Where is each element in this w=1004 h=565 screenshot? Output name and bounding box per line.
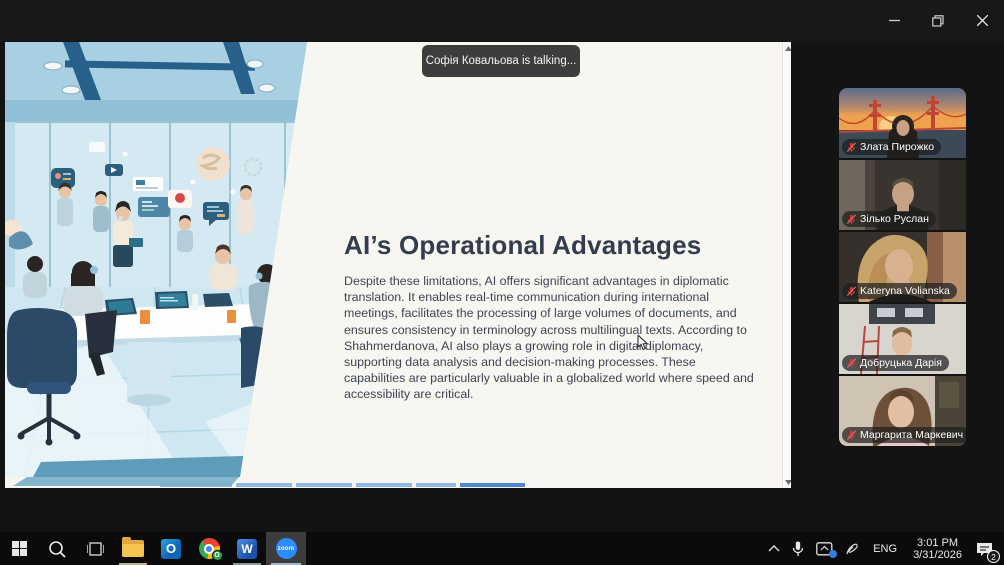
word-button[interactable]: W [228,532,266,565]
muted-mic-icon [846,213,857,224]
outlook-button[interactable]: O [152,532,190,565]
participant-tile[interactable]: Маргарита Маркевич [839,376,966,446]
start-button[interactable] [0,532,38,565]
participant-name-pill: Зілько Руслан [842,211,936,227]
microphone-icon [793,541,804,556]
restore-button[interactable] [916,0,960,41]
outlook-icon: O [161,538,181,559]
participant-name: Зілько Руслан [860,213,929,225]
pen-tray-button[interactable] [839,532,865,565]
bottom-bar-segment [460,483,525,487]
zoom-app-button[interactable]: zoom [266,532,306,565]
active-speaker-notification: Софія Ковальова is talking... [422,45,580,77]
participant-name: Kateryna Volianska [860,285,950,297]
mouse-cursor [637,333,649,356]
search-icon [49,540,66,558]
slide-bottom-strip [5,477,791,488]
chevron-up-icon [768,545,780,552]
participant-tile[interactable]: Добруцька Дарія [839,304,966,374]
taskbar: O O W zoom ENG 3:01 PM 3/31/2026 2 [0,532,1004,565]
muted-mic-icon [846,357,857,368]
slide-title: AI’s Operational Advantages [344,230,702,260]
language-indicator[interactable]: ENG [865,543,905,555]
participants-panel: Злата Пирожко Зілько Руслан Kateryna Vol… [839,88,966,446]
participant-tile[interactable]: Злата Пирожко [839,88,966,158]
minimize-button[interactable] [872,0,916,41]
slide-illustration [5,42,307,477]
desktop: AI’s Operational Advantages Despite thes… [0,0,1004,565]
word-icon: W [237,538,257,559]
scroll-up-arrow[interactable] [784,44,791,52]
file-explorer-button[interactable] [114,532,152,565]
task-view-icon [86,541,104,556]
window-titlebar [0,0,1004,41]
bottom-bar-segment [236,483,292,487]
notification-count-badge: 2 [987,550,1000,563]
search-button[interactable] [38,532,76,565]
show-hidden-icons-button[interactable] [762,532,786,565]
document-scrollbar[interactable] [782,42,791,488]
chrome-icon: O [198,538,223,561]
clock-time: 3:01 PM [917,536,959,549]
blue-status-dot [829,550,838,558]
participant-tile[interactable]: Kateryna Volianska [839,232,966,302]
taskbar-left: O O W zoom [0,532,306,565]
clock-date: 3/31/2026 [913,548,962,561]
participant-name-pill: Маргарита Маркевич [842,427,966,443]
file-explorer-icon [122,537,144,557]
participant-name-pill: Добруцька Дарія [842,355,949,371]
zoom-app-icon: zoom [275,538,297,559]
screen-share-tray-button[interactable] [810,532,839,565]
muted-mic-icon [846,429,857,440]
chrome-button[interactable]: O [190,532,228,565]
participant-name: Злата Пирожко [860,141,935,153]
taskbar-clock[interactable]: 3:01 PM 3/31/2026 [905,537,970,561]
bottom-bar-segment [296,483,352,487]
close-button[interactable] [960,0,1004,41]
participant-tile[interactable]: Зілько Руслан [839,160,966,230]
system-tray: ENG 3:01 PM 3/31/2026 2 [762,532,1004,565]
muted-mic-icon [846,285,857,296]
scroll-down-arrow[interactable] [784,478,791,486]
active-speaker-text: Софія Ковальова is talking... [425,55,577,67]
participant-name-pill: Kateryna Volianska [842,283,957,299]
notification-center-button[interactable]: 2 [970,532,1004,565]
bottom-bar-segment [356,483,412,487]
task-view-button[interactable] [76,532,114,565]
participant-name: Добруцька Дарія [860,357,942,369]
participant-name: Маргарита Маркевич [860,429,964,441]
pen-icon [846,543,859,554]
window-controls [872,0,1004,41]
bottom-bar-segment [416,483,456,487]
shared-screen-content: AI’s Operational Advantages Despite thes… [5,42,791,488]
muted-mic-icon [846,141,857,152]
participant-name-pill: Злата Пирожко [842,139,942,155]
slide-body-text: Despite these limitations, AI offers sig… [344,274,754,402]
windows-logo-icon [11,541,27,556]
microphone-tray-button[interactable] [786,532,810,565]
illustration-bottom-trapezoid [13,477,239,486]
office-meeting-illustration [5,42,307,477]
